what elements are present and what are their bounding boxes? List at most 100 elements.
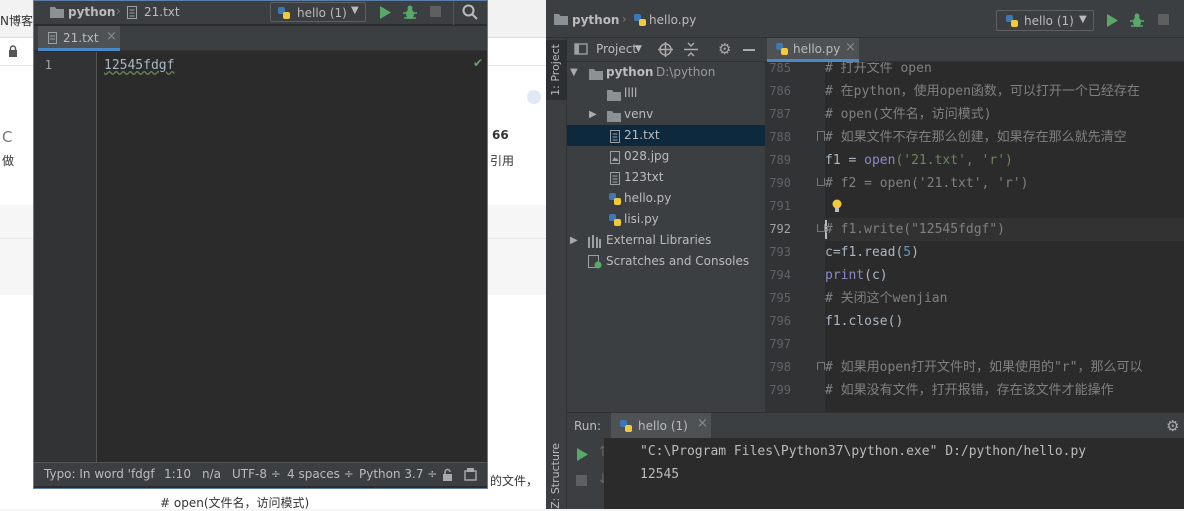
- line-number: 793: [769, 245, 791, 259]
- indent-status[interactable]: 4 spaces ÷: [287, 467, 354, 481]
- search-icon[interactable]: [462, 4, 478, 23]
- chevron-down-icon: ▼: [351, 5, 359, 16]
- caret-position[interactable]: 1:10: [164, 467, 191, 481]
- tree-item-label: python: [606, 65, 654, 79]
- typo-status[interactable]: Typo: In word 'fdgf: [44, 467, 155, 481]
- line-separator-status[interactable]: n/a: [202, 467, 221, 481]
- tree-item-label: External Libraries: [606, 233, 712, 247]
- tab-21-txt[interactable]: 21.txt ×: [38, 26, 120, 51]
- code-token: f1 =: [825, 153, 865, 168]
- breadcrumb-separator-icon: ›: [622, 12, 627, 26]
- run-icon[interactable]: [379, 6, 391, 22]
- project-tree: ▼ python D:\python llll ▶ venv 21.txt 02…: [567, 62, 765, 282]
- line-number-current: 792: [769, 222, 791, 236]
- stop-icon[interactable]: [1158, 14, 1169, 25]
- tree-item-label: 123txt: [624, 170, 664, 184]
- inspection-ok-icon[interactable]: ✔: [473, 56, 483, 70]
- browser-quote-link[interactable]: 引用: [490, 152, 514, 169]
- console-line: "C:\Program Files\Python37\python.exe" D…: [640, 444, 1087, 459]
- close-icon[interactable]: ×: [697, 416, 708, 431]
- minimize-icon[interactable]: [743, 49, 755, 51]
- code-token-number: 5: [903, 245, 912, 260]
- tree-item-lisi-py[interactable]: lisi.py: [567, 209, 765, 230]
- locate-icon[interactable]: [658, 42, 673, 60]
- tree-item-label: llll: [624, 86, 638, 100]
- fold-marker-icon[interactable]: [817, 178, 825, 186]
- tree-item-hello-py[interactable]: hello.py: [567, 188, 765, 209]
- interpreter-status[interactable]: Python 3.7 ÷: [359, 467, 437, 481]
- run-tab[interactable]: hello (1) ×: [611, 413, 711, 439]
- line-number: 798: [769, 360, 791, 374]
- chevron-down-icon: ▼: [570, 67, 578, 78]
- line-number-gutter: 1: [34, 52, 97, 462]
- line-number: 1: [44, 58, 52, 72]
- tree-item-label: venv: [624, 107, 654, 121]
- floating-tab-bar: 21.txt ×: [34, 26, 487, 51]
- tree-item-028-jpg[interactable]: 028.jpg: [567, 146, 765, 167]
- code-token: c=f1.read(: [825, 245, 904, 260]
- inspector-icon[interactable]: [464, 468, 477, 484]
- run-configuration-select[interactable]: hello (1) ▼: [270, 2, 366, 22]
- gear-icon[interactable]: ⚙: [718, 40, 731, 58]
- rerun-icon[interactable]: [576, 448, 588, 464]
- line-number: 794: [769, 268, 791, 282]
- breadcrumb-project[interactable]: python: [68, 5, 115, 19]
- fold-marker-icon[interactable]: [817, 362, 825, 370]
- floating-navigation-bar: python › 21.txt hello (1) ▼: [34, 1, 487, 25]
- project-tool-label: 1: Project: [549, 44, 562, 96]
- encoding-status[interactable]: UTF-8 ÷: [232, 467, 281, 481]
- run-icon[interactable]: [1106, 14, 1118, 30]
- line-number: 791: [769, 199, 791, 213]
- editor-gutter: 785 786 787 788 789 790 791 792 793 794 …: [765, 61, 825, 412]
- tree-item-123txt[interactable]: 123txt: [567, 167, 765, 188]
- breadcrumb-file[interactable]: hello.py: [649, 13, 696, 27]
- project-view-dropdown[interactable]: Project: [596, 42, 637, 56]
- tree-item-llll[interactable]: llll: [567, 83, 765, 104]
- line-number: 797: [769, 337, 791, 351]
- code-line: f1.close(): [825, 314, 904, 329]
- line-number: 785: [769, 61, 791, 75]
- tree-item-21-txt[interactable]: 21.txt: [567, 125, 765, 146]
- breadcrumb-separator-icon: ›: [116, 4, 121, 18]
- collapse-all-icon[interactable]: [684, 42, 698, 60]
- chevron-right-icon: ▶: [570, 235, 578, 246]
- close-icon[interactable]: ×: [845, 40, 856, 55]
- line-number: 799: [769, 383, 791, 394]
- fold-marker-icon[interactable]: [817, 224, 825, 232]
- tree-item-venv[interactable]: ▶ venv: [567, 104, 765, 125]
- tree-item-path: D:\python: [656, 65, 716, 79]
- browser-scroll-indicator: [527, 90, 541, 104]
- intention-bulb-icon[interactable]: [832, 199, 842, 216]
- folder-icon: [554, 13, 568, 28]
- tab-label: 21.txt: [63, 31, 99, 45]
- project-tool-button[interactable]: 1: Project: [546, 40, 567, 100]
- run-console-output[interactable]: "C:\Program Files\Python37\python.exe" D…: [604, 438, 1184, 509]
- line-number: 786: [769, 84, 791, 98]
- debug-icon[interactable]: [403, 5, 417, 23]
- stop-icon[interactable]: [430, 6, 441, 17]
- code-line: print(c): [825, 264, 888, 287]
- tree-item-external-libraries[interactable]: ▶ External Libraries: [567, 230, 765, 251]
- file-content[interactable]: 12545fdgf: [104, 58, 174, 73]
- stop-icon[interactable]: [576, 475, 587, 486]
- tree-item-python[interactable]: ▼ python D:\python: [567, 62, 765, 83]
- tree-item-scratches[interactable]: Scratches and Consoles: [567, 251, 765, 272]
- gear-icon[interactable]: ⚙: [1166, 417, 1179, 435]
- code-token: (c): [864, 268, 888, 283]
- run-configuration-select[interactable]: hello (1) ▼: [996, 10, 1094, 31]
- fold-marker-icon[interactable]: [817, 131, 825, 141]
- structure-tool-label[interactable]: Z: Structure: [549, 443, 562, 509]
- code-token-string: ('21.txt', 'r'): [895, 153, 1013, 168]
- debug-icon[interactable]: [1130, 13, 1144, 31]
- breadcrumb-project[interactable]: python: [572, 13, 619, 27]
- main-ide-window: python › hello.py hello (1) ▼ 1: Project…: [546, 0, 1184, 509]
- run-tab-label: hello (1): [638, 419, 688, 433]
- chevron-down-icon: ▼: [1079, 14, 1087, 25]
- tree-item-label: Scratches and Consoles: [606, 254, 750, 268]
- browser-tab-title[interactable]: N博客: [0, 12, 33, 29]
- lock-icon[interactable]: [442, 468, 453, 484]
- code-editor[interactable]: # 打开文件 open # 在python，使用open函数，可以打开一个已经存…: [825, 62, 1184, 412]
- breadcrumb-file[interactable]: 21.txt: [144, 5, 180, 19]
- close-icon[interactable]: ×: [106, 29, 117, 44]
- browser-article-text: 的文件，: [490, 474, 539, 488]
